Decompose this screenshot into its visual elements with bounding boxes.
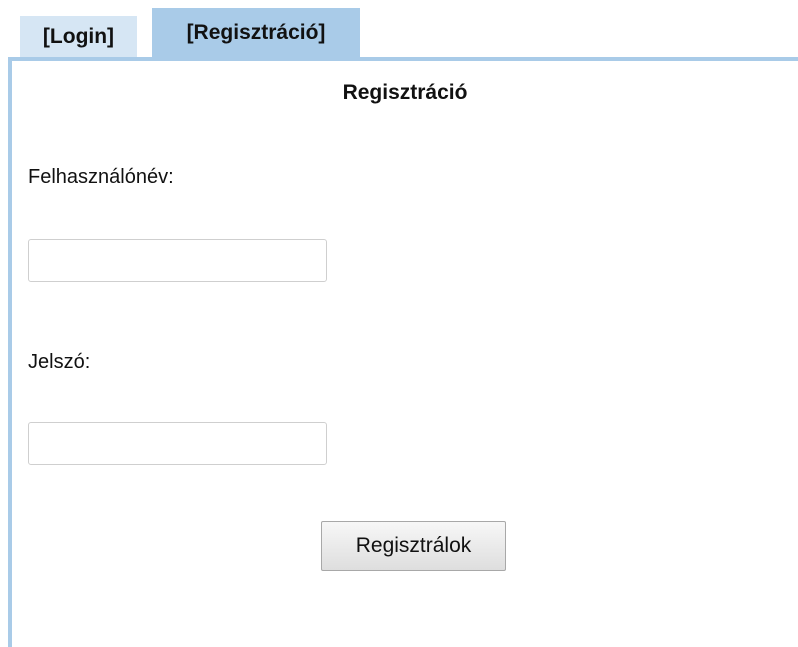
registration-panel: Regisztráció Felhasználónév: Jelszó: Reg… bbox=[8, 57, 798, 647]
page-root: [Login] [Regisztráció] Regisztráció Felh… bbox=[0, 0, 798, 647]
tab-bar: [Login] [Regisztráció] bbox=[20, 8, 360, 58]
username-label: Felhasználónév: bbox=[28, 166, 174, 188]
password-label: Jelszó: bbox=[28, 351, 91, 373]
tab-registration[interactable]: [Regisztráció] bbox=[152, 8, 360, 58]
username-input[interactable] bbox=[28, 239, 327, 282]
password-input[interactable] bbox=[28, 422, 327, 465]
tab-login[interactable]: [Login] bbox=[20, 16, 137, 58]
register-button[interactable]: Regisztrálok bbox=[321, 521, 506, 571]
page-title: Regisztráció bbox=[342, 81, 468, 104]
